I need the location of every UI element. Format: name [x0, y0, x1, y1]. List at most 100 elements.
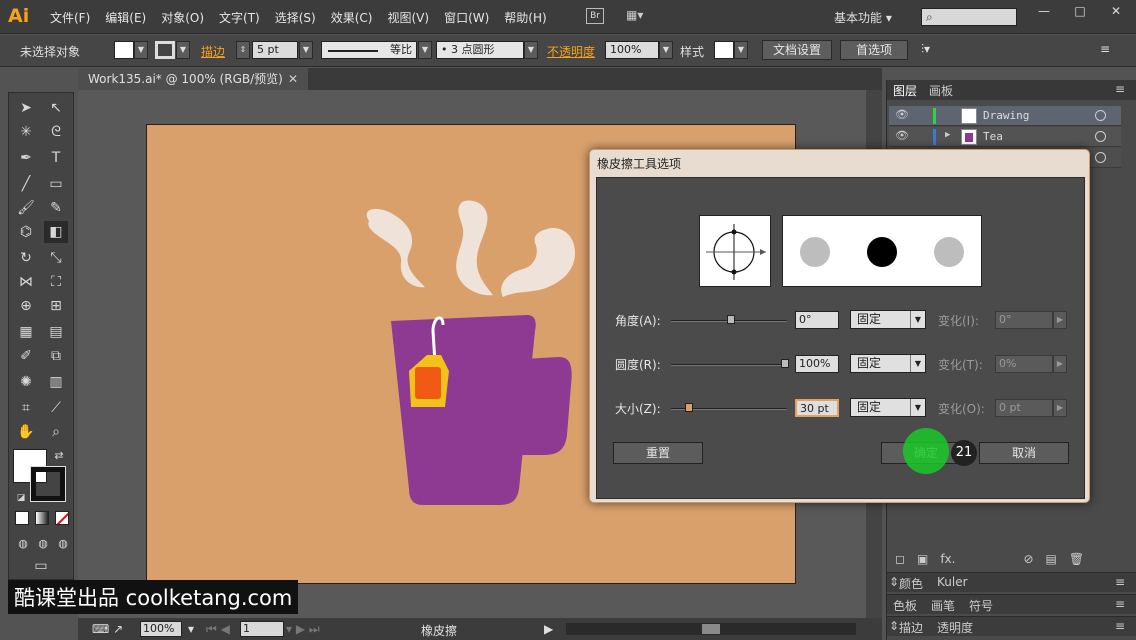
zoom-tool-icon[interactable]: ⌕: [44, 421, 68, 443]
style-dropdown-icon[interactable]: ▼: [734, 41, 748, 59]
roundness-mode-select[interactable]: 固定 ▼: [850, 354, 926, 373]
panel-menu-icon[interactable]: ≡: [1115, 575, 1125, 589]
artboard-tool-icon[interactable]: ⌗: [14, 397, 38, 419]
zoom-dropdown-icon[interactable]: ▾: [188, 622, 194, 636]
stroke-color-box[interactable]: [30, 466, 66, 502]
angle-slider-thumb[interactable]: [727, 315, 735, 324]
lasso-icon[interactable]: ᘓ: [44, 121, 68, 143]
bridge-button[interactable]: Br: [586, 8, 604, 24]
blend-tool-icon[interactable]: ⧉: [44, 345, 68, 367]
default-colors-icon[interactable]: ◪: [9, 487, 33, 509]
tab-layers[interactable]: 图层: [893, 82, 917, 99]
status-icons[interactable]: ⌨ ↗: [92, 622, 123, 636]
visibility-eye-icon[interactable]: 👁: [895, 108, 909, 121]
mesh-tool-icon[interactable]: ▦: [14, 321, 38, 343]
fill-swatch[interactable]: [114, 41, 134, 59]
document-setup-button[interactable]: 文档设置: [762, 40, 832, 60]
rectangle-tool-icon[interactable]: ▭: [44, 173, 68, 195]
profile-dropdown-icon[interactable]: ▼: [418, 41, 432, 59]
menu-type[interactable]: 文字(T): [219, 9, 260, 26]
menu-window[interactable]: 窗口(W): [444, 9, 489, 26]
search-input[interactable]: ⌕: [921, 8, 1017, 26]
close-icon[interactable]: ✕: [1098, 2, 1134, 20]
gradient-mode-icon[interactable]: [35, 511, 49, 525]
tab-kuler[interactable]: Kuler: [937, 575, 968, 589]
scroll-thumb[interactable]: [702, 624, 720, 634]
collapse-icon[interactable]: ⇕: [889, 619, 899, 633]
stroke-weight-field[interactable]: 5 pt: [252, 41, 298, 59]
slice-tool-icon[interactable]: ⟋: [44, 397, 68, 419]
menu-object[interactable]: 对象(O): [161, 9, 204, 26]
angle-mode-select[interactable]: 固定 ▼: [850, 310, 926, 329]
perspective-grid-icon[interactable]: ⊞: [44, 295, 68, 317]
screen-mode-icon[interactable]: ▭: [29, 555, 53, 577]
draw-inside-icon[interactable]: ◍: [51, 533, 75, 555]
column-graph-icon[interactable]: ▥: [44, 371, 68, 393]
tab-symbols[interactable]: 符号: [969, 597, 993, 614]
status-menu-icon[interactable]: ▶: [544, 622, 553, 636]
no-icon[interactable]: ⊘: [1023, 552, 1033, 566]
brush-definition[interactable]: • 3 点圆形: [436, 41, 524, 59]
new-layer-icon[interactable]: ▤: [1046, 552, 1057, 566]
minimize-icon[interactable]: —: [1026, 2, 1062, 20]
menu-view[interactable]: 视图(V): [387, 9, 429, 26]
size-slider-thumb[interactable]: [685, 403, 693, 412]
magic-wand-icon[interactable]: ✳: [14, 121, 38, 143]
panel-menu-icon[interactable]: ≡: [1115, 82, 1125, 96]
visibility-eye-icon[interactable]: 👁: [895, 129, 909, 142]
align-options-icon[interactable]: ⫶▾: [921, 42, 930, 57]
reset-button[interactable]: 重置: [613, 442, 703, 464]
rotate-tool-icon[interactable]: ↻: [14, 247, 38, 269]
roundness-field[interactable]: 100%: [795, 355, 839, 373]
maximize-icon[interactable]: □: [1062, 2, 1098, 20]
stroke-stepper-icon[interactable]: ⇕: [236, 41, 250, 59]
tab-artboards[interactable]: 画板: [929, 82, 953, 99]
size-field[interactable]: 30 pt: [795, 399, 839, 417]
brush-shape-editor[interactable]: [699, 215, 771, 287]
width-tool-icon[interactable]: ⋈: [14, 271, 38, 293]
tab-brushes[interactable]: 画笔: [931, 597, 955, 614]
layer-row-drawing[interactable]: 👁 Drawing: [889, 106, 1121, 126]
control-menu-icon[interactable]: ≡: [1100, 42, 1110, 56]
panel-menu-icon[interactable]: ≡: [1115, 597, 1125, 611]
make-clipping-mask-icon[interactable]: ▣: [917, 552, 928, 566]
opacity-field[interactable]: 100%: [605, 41, 659, 59]
menu-edit[interactable]: 编辑(E): [105, 9, 146, 26]
preferences-button[interactable]: 首选项: [840, 40, 908, 60]
menu-effect[interactable]: 效果(C): [331, 9, 373, 26]
type-tool-icon[interactable]: T: [44, 147, 68, 169]
scale-tool-icon[interactable]: ⤡: [44, 247, 68, 269]
pen-tool-icon[interactable]: ✒: [14, 147, 38, 169]
direct-selection-tool-icon[interactable]: ↖: [44, 97, 68, 119]
paintbrush-icon[interactable]: 🖌: [14, 197, 38, 219]
color-mode-icon[interactable]: [15, 511, 29, 525]
fx-icon[interactable]: fx.: [940, 552, 955, 566]
swap-colors-icon[interactable]: ⇄: [47, 445, 71, 467]
menu-select[interactable]: 选择(S): [275, 9, 316, 26]
target-circle-icon[interactable]: [1095, 152, 1106, 163]
tab-color[interactable]: 颜色: [899, 575, 923, 592]
free-transform-icon[interactable]: ⛶: [44, 271, 68, 293]
none-mode-icon[interactable]: [55, 511, 69, 525]
panel-menu-icon[interactable]: ≡: [1115, 619, 1125, 633]
angle-slider[interactable]: [671, 315, 787, 324]
artboard-nav-prev-icon[interactable]: ⏮ ◀: [206, 622, 230, 637]
locate-object-icon[interactable]: ◻: [895, 552, 905, 566]
tab-swatches[interactable]: 色板: [893, 597, 917, 614]
artboard-number-field[interactable]: 1: [240, 621, 284, 637]
eyedropper-icon[interactable]: ✐: [14, 345, 38, 367]
artboard-nav-next-icon[interactable]: ▾ ▶ ⏭: [286, 622, 320, 637]
stroke-label[interactable]: 描边: [201, 43, 225, 60]
zoom-field[interactable]: 100%: [140, 621, 182, 637]
angle-field[interactable]: 0°: [795, 311, 839, 329]
expand-triangle-icon[interactable]: ▶: [945, 130, 950, 140]
size-slider[interactable]: [671, 403, 787, 412]
tab-stroke[interactable]: 描边: [899, 619, 923, 636]
tab-transparency[interactable]: 透明度: [937, 619, 973, 636]
hand-tool-icon[interactable]: ✋: [14, 421, 38, 443]
target-circle-icon[interactable]: [1095, 131, 1106, 142]
roundness-slider-thumb[interactable]: [781, 359, 789, 368]
graphic-style-swatch[interactable]: [714, 41, 734, 59]
menu-help[interactable]: 帮助(H): [504, 9, 546, 26]
symbol-sprayer-icon[interactable]: ✺: [14, 371, 38, 393]
